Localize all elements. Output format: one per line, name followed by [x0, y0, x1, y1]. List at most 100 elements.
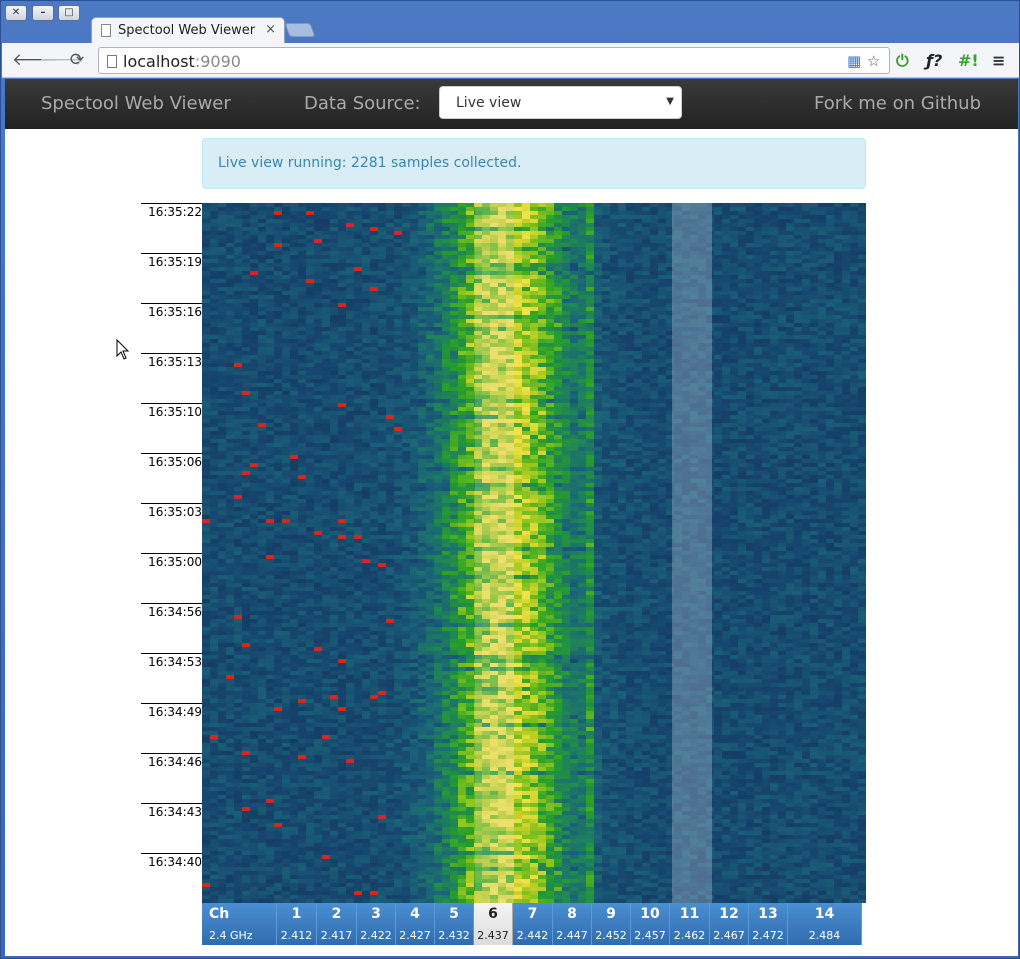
fork-github-link[interactable]: Fork me on Github — [814, 93, 981, 114]
time-tick — [141, 653, 203, 654]
time-label: 16:35:06 — [148, 455, 202, 469]
channel-11-highlight — [672, 203, 712, 903]
forward-icon[interactable]: 🡒 — [39, 49, 85, 71]
time-tick — [141, 503, 203, 504]
data-source-select[interactable]: Live view ▼ — [439, 86, 682, 119]
data-source-value: Live view — [456, 95, 522, 111]
browser-toolbar: 🡐 🡒 ⟳ localhost:9090 ▦ ☆ ⏻ ƒ? #! ≡ — [2, 43, 1019, 78]
page-icon — [101, 24, 111, 37]
tab-close-icon[interactable]: × — [265, 22, 276, 37]
time-label: 16:35:00 — [148, 555, 202, 569]
page-icon — [107, 55, 117, 68]
channel-2[interactable]: 2 2.417 — [317, 903, 357, 945]
channel-frequency: 2.457 — [634, 929, 666, 942]
dropdown-arrow-icon: ▼ — [666, 96, 674, 107]
channel-frequency: 2.4 GHz — [209, 929, 253, 942]
channel-9[interactable]: 9 2.452 — [592, 903, 631, 945]
channel-frequency: 2.462 — [673, 929, 706, 942]
channel-number: 7 — [527, 906, 538, 922]
channel-12[interactable]: 12 2.467 — [710, 903, 749, 945]
channel-number: 2 — [331, 906, 342, 922]
window-close-icon[interactable]: ✕ — [5, 5, 27, 21]
channel-number: 3 — [371, 906, 381, 922]
time-label: 16:35:10 — [148, 405, 202, 419]
channel-frequency: 2.417 — [320, 929, 353, 942]
url-port: :9090 — [194, 52, 241, 71]
channel-number: Ch — [209, 906, 230, 922]
window-minimize-icon[interactable]: – — [32, 5, 54, 21]
time-label: 16:34:53 — [148, 655, 202, 669]
back-icon[interactable]: 🡐 — [12, 49, 58, 71]
time-tick — [141, 303, 203, 304]
html5-icon[interactable]: ▦ — [847, 52, 861, 70]
channel-6-highlight — [475, 203, 514, 903]
time-label: 16:35:03 — [148, 505, 202, 519]
time-axis: 16:35:22 16:35:19 16:35:16 16:35:13 16:35:10… — [141, 203, 203, 903]
channel-number: 1 — [291, 906, 302, 922]
channel-7[interactable]: 7 2.442 — [513, 903, 553, 945]
data-source-label: Data Source: — [304, 93, 421, 114]
reload-icon[interactable]: ⟳ — [66, 49, 88, 71]
menu-icon[interactable]: ≡ — [992, 51, 1005, 70]
channel-number: 12 — [719, 906, 739, 922]
mouse-cursor-icon — [116, 339, 130, 360]
address-bar[interactable]: localhost:9090 ▦ ☆ — [98, 47, 890, 74]
channel-8[interactable]: 8 2.447 — [553, 903, 592, 945]
extension-hashbang-icon[interactable]: #! — [958, 51, 979, 70]
time-label: 16:34:43 — [148, 805, 202, 819]
status-alert: Live view running: 2281 samples collecte… — [202, 138, 866, 189]
bookmark-star-icon[interactable]: ☆ — [867, 52, 880, 70]
channel-frequency: 2.447 — [556, 929, 588, 942]
time-label: 16:34:46 — [148, 755, 202, 769]
channel-6[interactable]: 6 2.437 — [474, 903, 513, 945]
time-label: 16:34:56 — [148, 605, 202, 619]
channel-number: 14 — [814, 906, 835, 922]
channel-number: 6 — [488, 906, 498, 922]
channel-1[interactable]: 1 2.412 — [277, 903, 317, 945]
time-tick — [141, 803, 203, 804]
status-text: Live view running: 2281 samples collecte… — [218, 155, 522, 171]
waterfall-canvas — [202, 203, 866, 903]
channel-number: 13 — [758, 906, 778, 922]
channel-14[interactable]: 14 2.484 — [788, 903, 862, 945]
time-tick — [141, 853, 203, 854]
time-label: 16:34:40 — [148, 855, 202, 869]
time-tick — [141, 553, 203, 554]
time-tick — [141, 403, 203, 404]
channel-bar: Ch 2.4 GHz 1 2.412 2 2.417 3 2.422 4 2.427 5 2.432 6… — [202, 903, 866, 945]
channel-frequency: 2.412 — [280, 929, 313, 942]
channel-frequency: 2.484 — [808, 929, 841, 942]
channel-5[interactable]: 5 2.432 — [435, 903, 474, 945]
channel-13[interactable]: 13 2.472 — [749, 903, 788, 945]
extension-fquestion-icon[interactable]: ƒ? — [926, 51, 942, 70]
channel-frequency: 2.467 — [713, 929, 745, 942]
time-tick — [141, 753, 203, 754]
channel-header[interactable]: Ch 2.4 GHz — [202, 903, 277, 945]
spectrum-waterfall — [202, 203, 866, 903]
channel-frequency: 2.432 — [438, 929, 470, 942]
channel-number: 10 — [640, 906, 660, 922]
channel-frequency: 2.472 — [752, 929, 784, 942]
browser-tab[interactable]: Spectool Web Viewer × — [91, 17, 285, 43]
tab-title: Spectool Web Viewer — [118, 23, 256, 38]
channel-number: 9 — [606, 906, 616, 922]
new-tab-button[interactable] — [284, 23, 316, 37]
channel-number: 4 — [410, 906, 420, 922]
brand-link[interactable]: Spectool Web Viewer — [41, 93, 231, 114]
time-tick — [141, 453, 203, 454]
url-text: localhost:9090 — [123, 52, 241, 71]
channel-frequency: 2.452 — [595, 929, 627, 942]
channel-11[interactable]: 11 2.462 — [670, 903, 710, 945]
time-label: 16:35:13 — [148, 355, 202, 369]
channel-4[interactable]: 4 2.427 — [396, 903, 435, 945]
time-label: 16:35:22 — [148, 205, 202, 219]
window-maximize-icon[interactable]: □ — [58, 5, 80, 21]
channel-10[interactable]: 10 2.457 — [631, 903, 670, 945]
channel-frequency: 2.437 — [477, 929, 509, 942]
extension-power-icon[interactable]: ⏻ — [896, 51, 909, 71]
time-tick — [141, 203, 203, 204]
channel-frequency: 2.422 — [360, 929, 392, 942]
channel-3[interactable]: 3 2.422 — [357, 903, 396, 945]
time-tick — [141, 703, 203, 704]
time-label: 16:34:49 — [148, 705, 202, 719]
